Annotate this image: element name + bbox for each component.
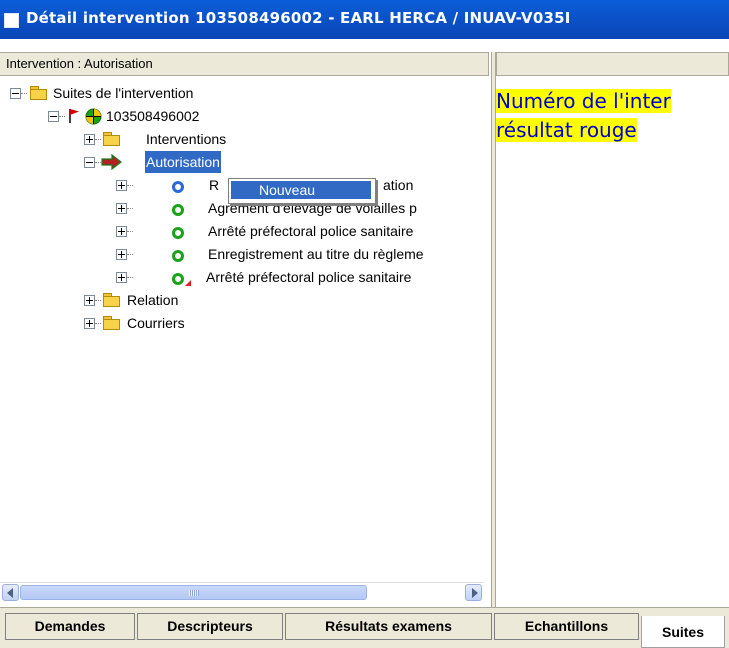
tree-label-courriers: Courriers — [127, 315, 185, 331]
tree-label-interventions: Interventions — [146, 131, 227, 147]
tab-demandes[interactable]: Demandes — [5, 613, 135, 640]
tree-view[interactable]: Suites de l'intervention 103508496002 In… — [0, 80, 489, 580]
tab-resultats-examens[interactable]: Résultats examens — [285, 613, 492, 640]
expand-toggle[interactable] — [116, 180, 127, 191]
tree-label-relation: Relation — [127, 292, 179, 308]
expand-toggle[interactable] — [116, 249, 127, 260]
scrollbar-thumb[interactable] — [20, 585, 367, 600]
collapse-toggle[interactable] — [10, 88, 21, 99]
folder-icon — [30, 86, 47, 100]
folder-icon — [103, 132, 120, 146]
tree-label-autorisation: Autorisation — [144, 150, 222, 174]
left-panel: Intervention : Autorisation Suites de l'… — [0, 52, 491, 607]
tab-descripteurs[interactable]: Descripteurs — [137, 613, 283, 640]
scroll-left-icon[interactable] — [2, 584, 19, 601]
context-menu: Nouveau — [228, 178, 376, 204]
tab-echantillons[interactable]: Echantillons — [494, 613, 639, 640]
collapse-toggle[interactable] — [48, 111, 59, 122]
arrow-icon — [101, 154, 122, 170]
tree-item-label: Arrêté préfectoral police sanitaire — [208, 223, 414, 239]
scroll-right-icon[interactable] — [465, 584, 482, 601]
tree-item-label: R — [209, 177, 220, 193]
title-bar: Détail intervention 103508496002 - EARL … — [0, 0, 729, 39]
tree-item-label: Arrêté préfectoral police sanitaire — [206, 269, 412, 285]
window-icon — [4, 13, 19, 28]
tab-suites[interactable]: Suites — [641, 616, 725, 648]
right-panel-header — [496, 52, 729, 76]
window-title: Détail intervention 103508496002 - EARL … — [26, 9, 571, 27]
alert-corner-icon — [185, 280, 191, 286]
note-line-1: Numéro de l'inter — [496, 89, 671, 113]
folder-icon — [103, 316, 120, 330]
note-line-2: résultat rouge — [496, 118, 637, 142]
horizontal-scrollbar[interactable] — [0, 582, 484, 602]
expand-toggle[interactable] — [116, 203, 127, 214]
status-ring-icon — [172, 181, 184, 193]
tree-item-label-tail: ation — [383, 177, 414, 193]
flag-icon — [69, 109, 79, 123]
tree-item-label: Enregistrement au titre du règleme — [208, 246, 424, 262]
target-icon — [85, 108, 102, 125]
result-note: Numéro de l'inter résultat rouge — [496, 87, 729, 145]
collapse-toggle[interactable] — [84, 157, 95, 168]
expand-toggle[interactable] — [84, 318, 95, 329]
tree-label-root: Suites de l'intervention — [53, 85, 194, 101]
expand-toggle[interactable] — [84, 134, 95, 145]
status-ring-icon — [172, 227, 184, 239]
left-panel-header: Intervention : Autorisation — [0, 52, 489, 76]
folder-icon — [103, 293, 120, 307]
expand-toggle[interactable] — [116, 226, 127, 237]
tree-label-intervention-id: 103508496002 — [106, 108, 200, 124]
context-menu-nouveau[interactable]: Nouveau — [231, 181, 371, 199]
status-ring-icon — [172, 273, 184, 285]
expand-toggle[interactable] — [84, 295, 95, 306]
expand-toggle[interactable] — [116, 272, 127, 283]
tab-bar: Demandes Descripteurs Résultats examens … — [0, 607, 729, 648]
status-ring-icon — [172, 250, 184, 262]
status-ring-icon — [172, 204, 184, 216]
right-panel: Numéro de l'inter résultat rouge — [496, 52, 729, 607]
